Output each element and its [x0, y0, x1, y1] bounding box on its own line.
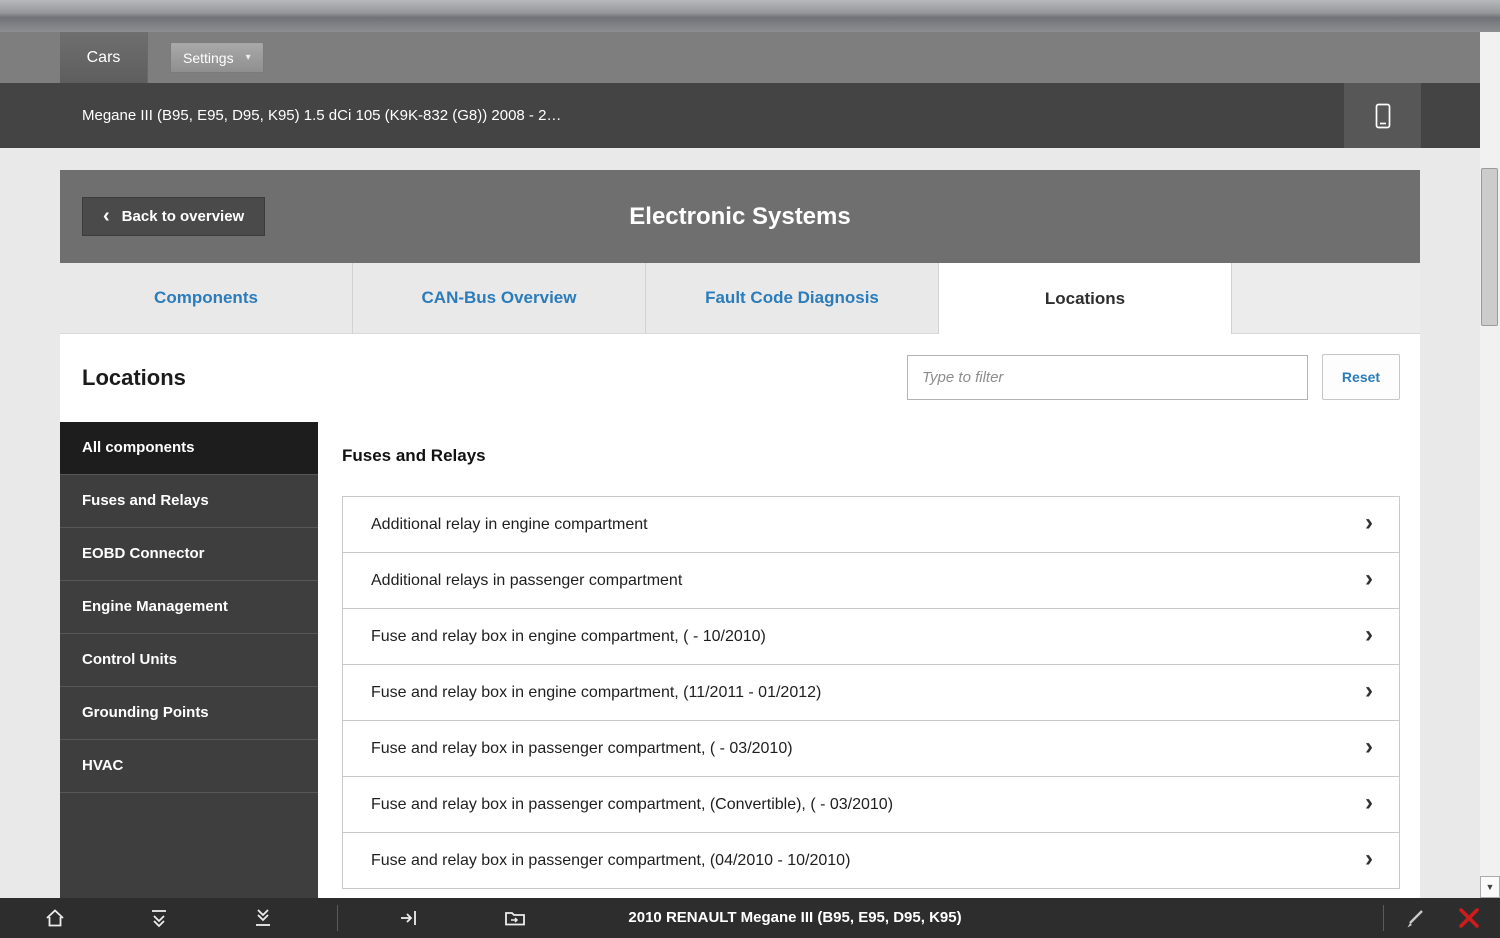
list-item[interactable]: Fuse and relay box in passenger compartm…	[342, 720, 1400, 777]
back-button-label: Back to overview	[122, 208, 245, 225]
filter-input[interactable]	[907, 355, 1308, 400]
list-item[interactable]: Fuse and relay box in passenger compartm…	[342, 832, 1400, 889]
reset-button[interactable]: Reset	[1322, 354, 1400, 400]
app-window: Cars Settings ▾ Megane III (B95, E95, D9…	[0, 0, 1500, 938]
app-area: Cars Settings ▾ Megane III (B95, E95, D9…	[0, 32, 1480, 898]
list-item-label: Additional relay in engine compartment	[371, 516, 648, 534]
locations-list: Additional relay in engine compartment ›…	[342, 496, 1400, 889]
section-title: Locations	[82, 334, 186, 422]
tab-cars[interactable]: Cars	[60, 32, 148, 83]
list-item-label: Fuse and relay box in passenger compartm…	[371, 740, 793, 758]
sidebar-item-hvac[interactable]: HVAC	[60, 740, 318, 793]
sidebar-item-eobd-connector[interactable]: EOBD Connector	[60, 528, 318, 581]
sidebar-item-engine-management[interactable]: Engine Management	[60, 581, 318, 634]
scrollbar-thumb[interactable]	[1481, 168, 1498, 326]
footer-divider	[1383, 905, 1384, 931]
list-item[interactable]: Fuse and relay box in engine compartment…	[342, 664, 1400, 721]
chevron-down-icon: ▾	[246, 52, 251, 63]
list-item[interactable]: Fuse and relay box in engine compartment…	[342, 608, 1400, 665]
list-item[interactable]: Additional relay in engine compartment ›	[342, 496, 1400, 553]
chevron-right-icon: ›	[1365, 679, 1373, 703]
list-item-label: Fuse and relay box in engine compartment…	[371, 628, 766, 646]
list-heading: Fuses and Relays	[342, 446, 1400, 466]
list-item-label: Fuse and relay box in engine compartment…	[371, 684, 821, 702]
chevron-right-icon: ›	[1365, 623, 1373, 647]
sidebar-item-all-components[interactable]: All components	[60, 422, 318, 475]
chevron-right-icon: ›	[1365, 511, 1373, 535]
tab-bar: Components CAN-Bus Overview Fault Code D…	[60, 263, 1420, 334]
home-icon	[43, 906, 67, 930]
top-toolbar: Cars Settings ▾	[0, 32, 1480, 83]
list-item-label: Fuse and relay box in passenger compartm…	[371, 852, 850, 870]
home-button[interactable]	[36, 898, 74, 938]
settings-button[interactable]: Settings ▾	[170, 42, 264, 73]
chevron-right-icon: ›	[1365, 567, 1373, 591]
locations-list-area: Fuses and Relays Additional relay in eng…	[318, 422, 1420, 898]
chevron-right-icon: ›	[1365, 735, 1373, 759]
tab-can-bus-overview[interactable]: CAN-Bus Overview	[353, 263, 646, 334]
tab-fault-code-diagnosis[interactable]: Fault Code Diagnosis	[646, 263, 939, 334]
electronic-systems-panel: ‹ Back to overview Electronic Systems Co…	[60, 170, 1420, 898]
scroll-down-button[interactable]: ▼	[1480, 876, 1500, 898]
settings-label: Settings	[183, 50, 234, 66]
device-icon	[1372, 102, 1394, 130]
sidebar-item-fuses-and-relays[interactable]: Fuses and Relays	[60, 475, 318, 528]
component-sidebar: All components Fuses and Relays EOBD Con…	[60, 422, 318, 898]
back-to-overview-button[interactable]: ‹ Back to overview	[82, 197, 265, 236]
tab-components[interactable]: Components	[60, 263, 353, 334]
list-item-label: Additional relays in passenger compartme…	[371, 572, 682, 590]
content-background: ‹ Back to overview Electronic Systems Co…	[0, 148, 1480, 898]
footer-bar: 2010 RENAULT Megane III (B95, E95, D95, …	[0, 898, 1500, 938]
window-titlebar	[0, 0, 1500, 32]
chevron-right-icon: ›	[1365, 791, 1373, 815]
panel-header: ‹ Back to overview Electronic Systems	[60, 170, 1420, 263]
close-icon	[1455, 904, 1483, 932]
vehicle-title: Megane III (B95, E95, D95, K95) 1.5 dCi …	[0, 107, 561, 124]
content-header: Locations Reset	[60, 334, 1420, 422]
stylus-button[interactable]	[1396, 898, 1434, 938]
vehicle-bar: Megane III (B95, E95, D95, K95) 1.5 dCi …	[0, 83, 1480, 148]
vehicle-data-button[interactable]	[1344, 83, 1421, 148]
chevron-right-icon: ›	[1365, 847, 1373, 871]
scrollbar[interactable]: ▼	[1480, 32, 1500, 898]
tab-locations[interactable]: Locations	[939, 263, 1232, 334]
main-content: All components Fuses and Relays EOBD Con…	[60, 422, 1420, 898]
sidebar-item-grounding-points[interactable]: Grounding Points	[60, 687, 318, 740]
footer-vehicle-text: 2010 RENAULT Megane III (B95, E95, D95, …	[90, 898, 1500, 938]
list-item-label: Fuse and relay box in passenger compartm…	[371, 796, 893, 814]
chevron-left-icon: ‹	[103, 206, 110, 226]
stylus-icon	[1402, 905, 1428, 931]
list-item[interactable]: Additional relays in passenger compartme…	[342, 552, 1400, 609]
list-item[interactable]: Fuse and relay box in passenger compartm…	[342, 776, 1400, 833]
close-button[interactable]	[1450, 898, 1488, 938]
tabbar-filler	[1232, 263, 1420, 334]
sidebar-item-control-units[interactable]: Control Units	[60, 634, 318, 687]
